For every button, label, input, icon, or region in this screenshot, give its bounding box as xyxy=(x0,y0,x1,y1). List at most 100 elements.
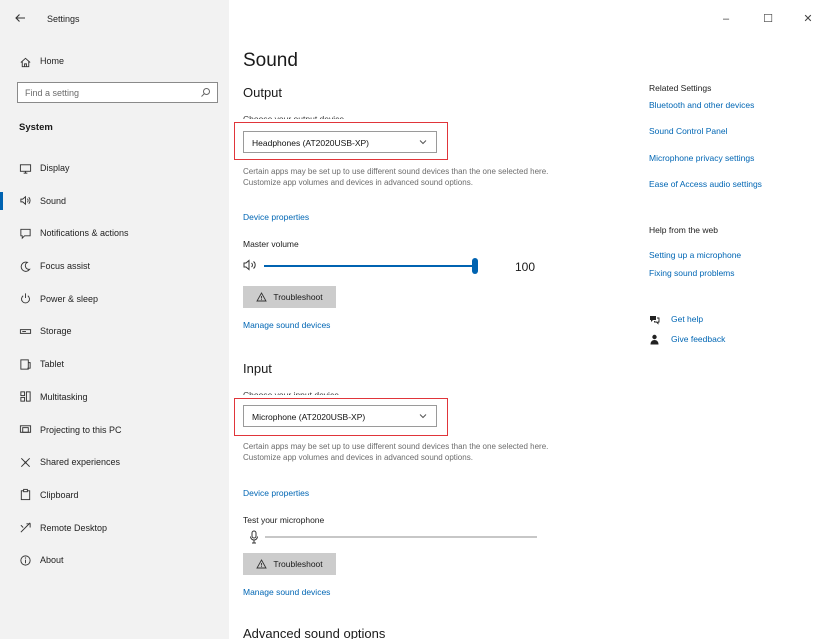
sidebar-item-label: About xyxy=(40,555,64,566)
storage-icon xyxy=(18,324,32,338)
page-title: Sound xyxy=(243,50,298,71)
clipboard-icon xyxy=(18,488,32,502)
sidebar-item-label: Focus assist xyxy=(40,261,91,272)
output-description: Certain apps may be set up to use differ… xyxy=(243,167,549,187)
advanced-sound-heading: Advanced sound options xyxy=(243,626,386,639)
titlebar: Settings xyxy=(0,0,229,40)
warning-icon xyxy=(256,292,268,302)
sidebar-item-shared-experiences[interactable]: Shared experiences xyxy=(0,446,229,479)
notifications-icon xyxy=(18,226,32,240)
sidebar-item-label: Storage xyxy=(40,326,72,337)
shared-experiences-icon xyxy=(18,455,32,469)
sidebar-item-power[interactable]: Power & sleep xyxy=(0,283,229,316)
sidebar-item-label: Tablet xyxy=(40,359,65,370)
give-feedback-link[interactable]: Give feedback xyxy=(671,334,725,344)
master-volume-value: 100 xyxy=(515,260,536,274)
volume-icon[interactable] xyxy=(243,259,257,271)
output-troubleshoot-button[interactable]: Troubleshoot xyxy=(243,286,336,308)
app-title: Settings xyxy=(47,14,80,24)
related-link-sound-control-panel[interactable]: Sound Control Panel xyxy=(649,126,727,136)
warning-icon xyxy=(256,559,268,569)
sidebar-item-storage[interactable]: Storage xyxy=(0,315,229,348)
focus-assist-icon xyxy=(18,259,32,273)
input-device-properties-link[interactable]: Device properties xyxy=(243,488,309,498)
sidebar-item-label: Shared experiences xyxy=(40,457,121,468)
sidebar-item-projecting[interactable]: Projecting to this PC xyxy=(0,414,229,447)
input-heading: Input xyxy=(243,361,272,376)
sound-icon xyxy=(18,194,32,208)
give-feedback-row[interactable]: Give feedback xyxy=(649,333,809,347)
tablet-icon xyxy=(18,357,32,371)
output-choose-label: Choose your output device xyxy=(243,114,345,119)
sidebar-item-tablet[interactable]: Tablet xyxy=(0,348,229,381)
output-manage-devices-link[interactable]: Manage sound devices xyxy=(243,320,330,330)
sidebar-item-label: Display xyxy=(40,163,70,173)
input-device-dropdown[interactable]: Microphone (AT2020USB-XP) xyxy=(243,405,437,427)
home-icon xyxy=(18,55,32,69)
search-icon[interactable] xyxy=(200,87,211,98)
master-volume-fill xyxy=(264,265,478,267)
input-description: Certain apps may be set up to use differ… xyxy=(243,442,549,462)
sidebar-item-multitasking[interactable]: Multitasking xyxy=(0,381,229,414)
sidebar-item-label: Projecting to this PC xyxy=(40,424,122,435)
feedback-icon xyxy=(650,334,659,345)
about-icon xyxy=(18,553,32,567)
output-device-properties-link[interactable]: Device properties xyxy=(243,212,309,222)
output-heading: Output xyxy=(243,85,283,100)
chevron-down-icon xyxy=(419,414,427,419)
power-icon xyxy=(18,292,32,306)
microphone-level-meter xyxy=(265,536,537,538)
output-device-value: Headphones (AT2020USB-XP) xyxy=(252,138,370,148)
input-choose-label: Choose your input device xyxy=(243,390,339,395)
sidebar-item-label: Remote Desktop xyxy=(40,522,108,533)
nav-list: Display Sound Notifications & actions Fo… xyxy=(0,152,229,577)
sidebar-item-display[interactable]: Display xyxy=(0,152,229,185)
sidebar-item-clipboard[interactable]: Clipboard xyxy=(0,479,229,512)
get-help-icon xyxy=(650,316,660,325)
help-heading: Help from the web xyxy=(649,225,718,235)
help-link-fixing-sound[interactable]: Fixing sound problems xyxy=(649,268,735,278)
get-help-row[interactable]: Get help xyxy=(649,313,809,327)
microphone-icon xyxy=(250,530,258,544)
sidebar-item-notifications[interactable]: Notifications & actions xyxy=(0,217,229,250)
remote-desktop-icon xyxy=(18,521,32,535)
sidebar-item-focus-assist[interactable]: Focus assist xyxy=(0,250,229,283)
back-arrow-icon xyxy=(15,14,25,22)
test-microphone-label: Test your microphone xyxy=(243,515,325,525)
master-volume-label: Master volume xyxy=(243,239,299,249)
input-troubleshoot-label: Troubleshoot xyxy=(273,559,323,569)
input-troubleshoot-button[interactable]: Troubleshoot xyxy=(243,553,336,575)
section-title: System xyxy=(19,122,53,133)
display-icon xyxy=(18,161,32,175)
sidebar-item-label: Notifications & actions xyxy=(40,228,129,239)
related-settings-heading: Related Settings xyxy=(649,83,712,93)
sidebar: Settings Home System Display Sound Notif… xyxy=(0,0,229,639)
multitasking-icon xyxy=(18,390,32,404)
chevron-down-icon xyxy=(419,140,427,145)
sidebar-item-home[interactable]: Home xyxy=(0,51,229,73)
sidebar-item-sound[interactable]: Sound xyxy=(0,185,229,218)
input-manage-devices-link[interactable]: Manage sound devices xyxy=(243,587,330,597)
help-link-microphone-setup[interactable]: Setting up a microphone xyxy=(649,250,741,260)
master-volume-thumb[interactable] xyxy=(472,258,478,274)
master-volume-slider[interactable] xyxy=(264,258,478,274)
related-link-bluetooth[interactable]: Bluetooth and other devices xyxy=(649,100,754,110)
sidebar-item-label: Multitasking xyxy=(40,391,88,402)
main-content: Sound Output Choose your output device H… xyxy=(229,0,820,639)
back-button[interactable] xyxy=(14,12,30,28)
related-link-microphone-privacy[interactable]: Microphone privacy settings xyxy=(649,153,754,163)
output-troubleshoot-label: Troubleshoot xyxy=(273,292,323,302)
sidebar-item-label: Home xyxy=(40,56,65,66)
related-link-ease-of-access-audio[interactable]: Ease of Access audio settings xyxy=(649,179,762,189)
input-device-value: Microphone (AT2020USB-XP) xyxy=(252,412,366,422)
projecting-icon xyxy=(18,423,32,437)
output-device-dropdown[interactable]: Headphones (AT2020USB-XP) xyxy=(243,131,437,153)
sidebar-item-remote-desktop[interactable]: Remote Desktop xyxy=(0,512,229,545)
get-help-link[interactable]: Get help xyxy=(671,314,703,324)
sidebar-item-about[interactable]: About xyxy=(0,544,229,577)
search-box[interactable] xyxy=(17,82,218,103)
sidebar-item-label: Power & sleep xyxy=(40,293,99,304)
sidebar-item-label: Clipboard xyxy=(40,489,79,500)
sidebar-item-label: Sound xyxy=(40,195,67,206)
search-input[interactable] xyxy=(18,83,198,102)
